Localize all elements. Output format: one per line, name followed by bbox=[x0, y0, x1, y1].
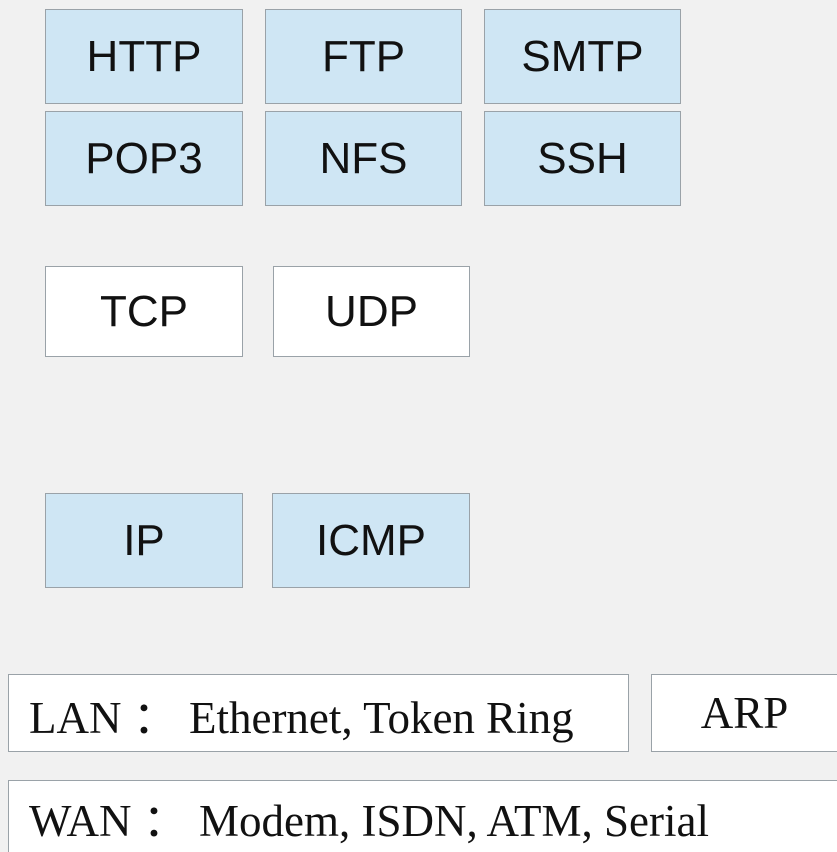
lan-box: LAN ： Ethernet, Token Ring bbox=[8, 674, 629, 752]
protocol-label: HTTP bbox=[86, 31, 202, 81]
protocol-label: FTP bbox=[321, 31, 406, 81]
protocol-box-pop3: POP3 bbox=[45, 111, 243, 206]
protocol-box-nfs: NFS bbox=[265, 111, 462, 206]
protocol-box-tcp: TCP bbox=[45, 266, 243, 357]
wan-box: WAN ： Modem, ISDN, ATM, Serial bbox=[8, 780, 837, 852]
protocol-box-ftp: FTP bbox=[265, 9, 462, 104]
protocol-label: ICMP bbox=[316, 515, 426, 565]
protocol-box-udp: UDP bbox=[273, 266, 470, 357]
protocol-label: NFS bbox=[319, 133, 408, 183]
protocol-box-ip: IP bbox=[45, 493, 243, 588]
protocol-label: SSH bbox=[537, 133, 628, 183]
protocol-label: IP bbox=[123, 515, 165, 565]
protocol-box-smtp: SMTP bbox=[484, 9, 681, 104]
arp-label: ARP bbox=[700, 688, 789, 738]
arp-box: ARP bbox=[651, 674, 837, 752]
protocol-label: UDP bbox=[325, 286, 418, 336]
protocol-box-http: HTTP bbox=[45, 9, 243, 104]
wan-label: WAN ： Modem, ISDN, ATM, Serial bbox=[29, 796, 709, 846]
lan-label: LAN ： Ethernet, Token Ring bbox=[29, 692, 574, 743]
protocol-box-ssh: SSH bbox=[484, 111, 681, 206]
protocol-box-icmp: ICMP bbox=[272, 493, 470, 588]
protocol-label: TCP bbox=[100, 286, 188, 336]
protocol-label: POP3 bbox=[85, 133, 203, 183]
protocol-label: SMTP bbox=[521, 31, 644, 81]
